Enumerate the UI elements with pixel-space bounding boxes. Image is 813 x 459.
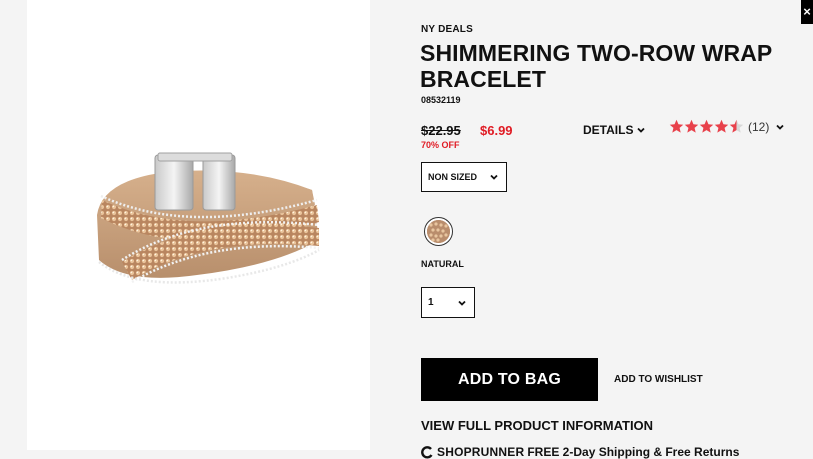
size-value: NON SIZED <box>428 172 478 182</box>
star-rating <box>669 119 744 134</box>
chevron-down-icon <box>490 174 498 180</box>
star-half-icon <box>729 119 744 133</box>
chevron-down-icon <box>458 300 466 306</box>
star-icon <box>669 119 684 133</box>
chevron-down-icon <box>776 124 784 130</box>
product-title: SHIMMERING TWO-ROW WRAP BRACELET <box>420 40 772 92</box>
bracelet-image <box>97 152 320 284</box>
star-icon <box>699 119 714 133</box>
color-swatch-natural[interactable] <box>424 217 453 246</box>
review-count: (12) <box>748 119 770 134</box>
swatch-texture <box>427 220 450 243</box>
view-full-product-link[interactable]: VIEW FULL PRODUCT INFORMATION <box>421 418 653 433</box>
color-label: NATURAL <box>421 259 464 269</box>
details-label: DETAILS <box>583 123 634 137</box>
shoprunner-logo-text: SHOPRUNNER <box>437 445 525 459</box>
shoprunner-logo-icon <box>421 445 433 459</box>
star-icon <box>684 119 699 133</box>
quantity-select[interactable]: 1 <box>421 287 475 318</box>
add-to-wishlist-link[interactable]: ADD TO WISHLIST <box>614 374 703 385</box>
chevron-down-icon <box>637 127 646 133</box>
add-to-bag-button[interactable]: ADD TO BAG <box>421 358 598 401</box>
rating-summary[interactable]: (12) <box>669 119 785 134</box>
star-icon <box>714 119 729 133</box>
product-image[interactable] <box>27 0 370 450</box>
size-select[interactable]: NON SIZED <box>421 162 507 192</box>
details-toggle[interactable]: DETAILS <box>583 123 646 137</box>
close-button[interactable]: × <box>801 0 813 24</box>
product-sku: 08532119 <box>421 95 461 105</box>
original-price: $22.95 <box>421 123 461 138</box>
discount-label: 70% OFF <box>421 140 460 150</box>
quantity-value: 1 <box>428 297 434 308</box>
close-icon: × <box>803 4 811 19</box>
shoprunner-banner[interactable]: SHOPRUNNER FREE 2-Day Shipping & Free Re… <box>421 445 739 459</box>
product-brand[interactable]: NY DEALS <box>421 24 473 35</box>
shoprunner-text: FREE 2-Day Shipping & Free Returns <box>527 445 740 459</box>
sale-price: $6.99 <box>480 123 513 138</box>
